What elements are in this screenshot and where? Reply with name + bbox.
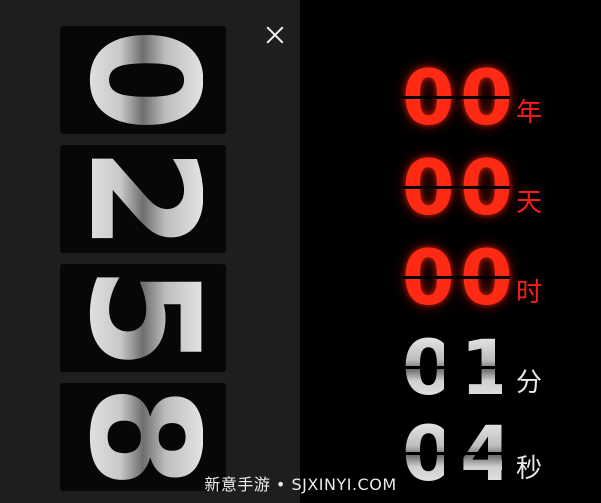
flip-digit: 2 — [60, 146, 226, 252]
flip-clock-panel: 0 2 5 8 — [0, 0, 300, 503]
flip-digit-card: 5 — [60, 264, 226, 372]
countdown-unit-label: 年 — [516, 98, 543, 128]
countdown-row-days: 0 0 天 — [400, 148, 600, 236]
countdown-unit-label: 分 — [516, 368, 543, 398]
countdown-panel: 0 0 年 0 0 天 0 0 时 0 1 分 0 4 秒 — [300, 0, 601, 503]
countdown-unit-label: 天 — [516, 188, 543, 218]
countdown-unit-label: 时 — [516, 278, 543, 308]
flip-digit-card: 0 — [60, 26, 226, 134]
close-icon[interactable] — [264, 24, 286, 46]
flip-digit-card: 2 — [60, 145, 226, 253]
watermark-text: 新意手游 • SJXINYI.COM — [204, 475, 397, 494]
flip-digit: 0 — [60, 27, 226, 133]
flip-digit: 5 — [60, 265, 226, 371]
countdown-row-years: 0 0 年 — [400, 58, 600, 146]
countdown-row-hours: 0 0 时 — [400, 238, 600, 326]
countdown-row-minutes: 0 1 分 — [400, 328, 600, 416]
